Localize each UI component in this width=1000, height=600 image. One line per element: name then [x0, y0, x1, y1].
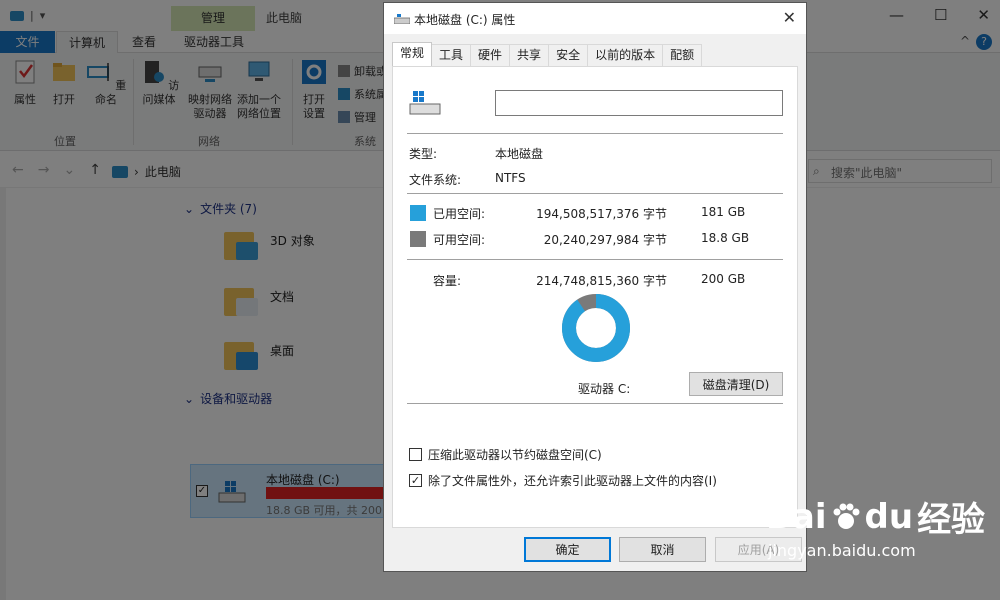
index-drive-option[interactable]: ✓ 除了文件属性外，还允许索引此驱动器上文件的内容(I) [409, 472, 717, 489]
dialog-tabs: 常规 工具 硬件 共享 安全 以前的版本 配额 [392, 42, 703, 66]
used-space-label: 已用空间: [433, 207, 486, 221]
compress-checkbox[interactable] [409, 448, 422, 461]
index-label: 除了文件属性外，还允许索引此驱动器上文件的内容(I) [428, 474, 717, 488]
watermark-brand-tail: du [864, 496, 914, 537]
divider [407, 259, 783, 260]
capacity-bytes: 214,748,815,360 字节 [536, 274, 667, 288]
free-space-swatch [410, 231, 426, 247]
compress-drive-option[interactable]: 压缩此驱动器以节约磁盘空间(C) [409, 446, 602, 463]
filesystem-value: NTFS [495, 171, 526, 185]
free-space-gb: 18.8 GB [701, 231, 750, 245]
donut-used-segment [562, 294, 630, 362]
free-space-bytes: 20,240,297,984 字节 [543, 233, 667, 247]
index-checkbox[interactable]: ✓ [409, 474, 422, 487]
tab-general[interactable]: 常规 [392, 42, 433, 66]
tab-security[interactable]: 安全 [548, 44, 589, 66]
paw-icon [833, 503, 860, 529]
tab-hardware[interactable]: 硬件 [470, 44, 511, 66]
drive-properties-dialog: 本地磁盘 (C:) 属性 ✕ 常规 工具 硬件 共享 安全 以前的版本 配额 类… [383, 2, 807, 572]
drive-icon [394, 14, 410, 24]
divider [407, 193, 783, 194]
compress-label: 压缩此驱动器以节约磁盘空间(C) [428, 448, 602, 462]
close-icon[interactable]: ✕ [783, 8, 796, 27]
capacity-gb: 200 GB [701, 272, 746, 286]
disk-cleanup-button[interactable]: 磁盘清理(D) [689, 372, 783, 396]
baidu-jingyan-watermark: Bai du 经验 jingyan.baidu.com [766, 492, 985, 561]
type-label: 类型: [409, 147, 438, 161]
drive-letter-label: 驱动器 C: [578, 382, 631, 396]
disk-usage-donut-chart [562, 294, 630, 362]
hard-drive-icon [409, 91, 441, 115]
used-space-bytes: 194,508,517,376 字节 [536, 207, 667, 221]
capacity-label: 容量: [433, 274, 462, 288]
free-space-label: 可用空间: [433, 233, 486, 247]
watermark-url: jingyan.baidu.com [768, 541, 916, 560]
used-space-gb: 181 GB [701, 205, 746, 219]
dialog-titlebar: 本地磁盘 (C:) 属性 ✕ [384, 3, 806, 34]
volume-label-input[interactable] [495, 90, 783, 116]
divider [407, 403, 783, 404]
tab-previous-versions[interactable]: 以前的版本 [587, 44, 664, 66]
ok-button[interactable]: 确定 [524, 537, 611, 562]
tab-sharing[interactable]: 共享 [509, 44, 550, 66]
used-space-swatch [410, 205, 426, 221]
watermark-cn: 经验 [917, 500, 986, 540]
divider [407, 133, 783, 134]
tab-tools[interactable]: 工具 [431, 44, 472, 66]
cancel-button[interactable]: 取消 [619, 537, 706, 562]
tab-quota[interactable]: 配额 [662, 44, 703, 66]
watermark-logo: Bai du 经验 [766, 492, 985, 541]
type-value: 本地磁盘 [495, 147, 544, 161]
watermark-brand: Bai [766, 496, 827, 537]
filesystem-label: 文件系统: [409, 173, 462, 187]
dialog-title: 本地磁盘 (C:) 属性 [414, 13, 516, 27]
general-tab-panel: 类型: 本地磁盘 文件系统: NTFS 已用空间: 194,508,517,37… [392, 66, 798, 528]
